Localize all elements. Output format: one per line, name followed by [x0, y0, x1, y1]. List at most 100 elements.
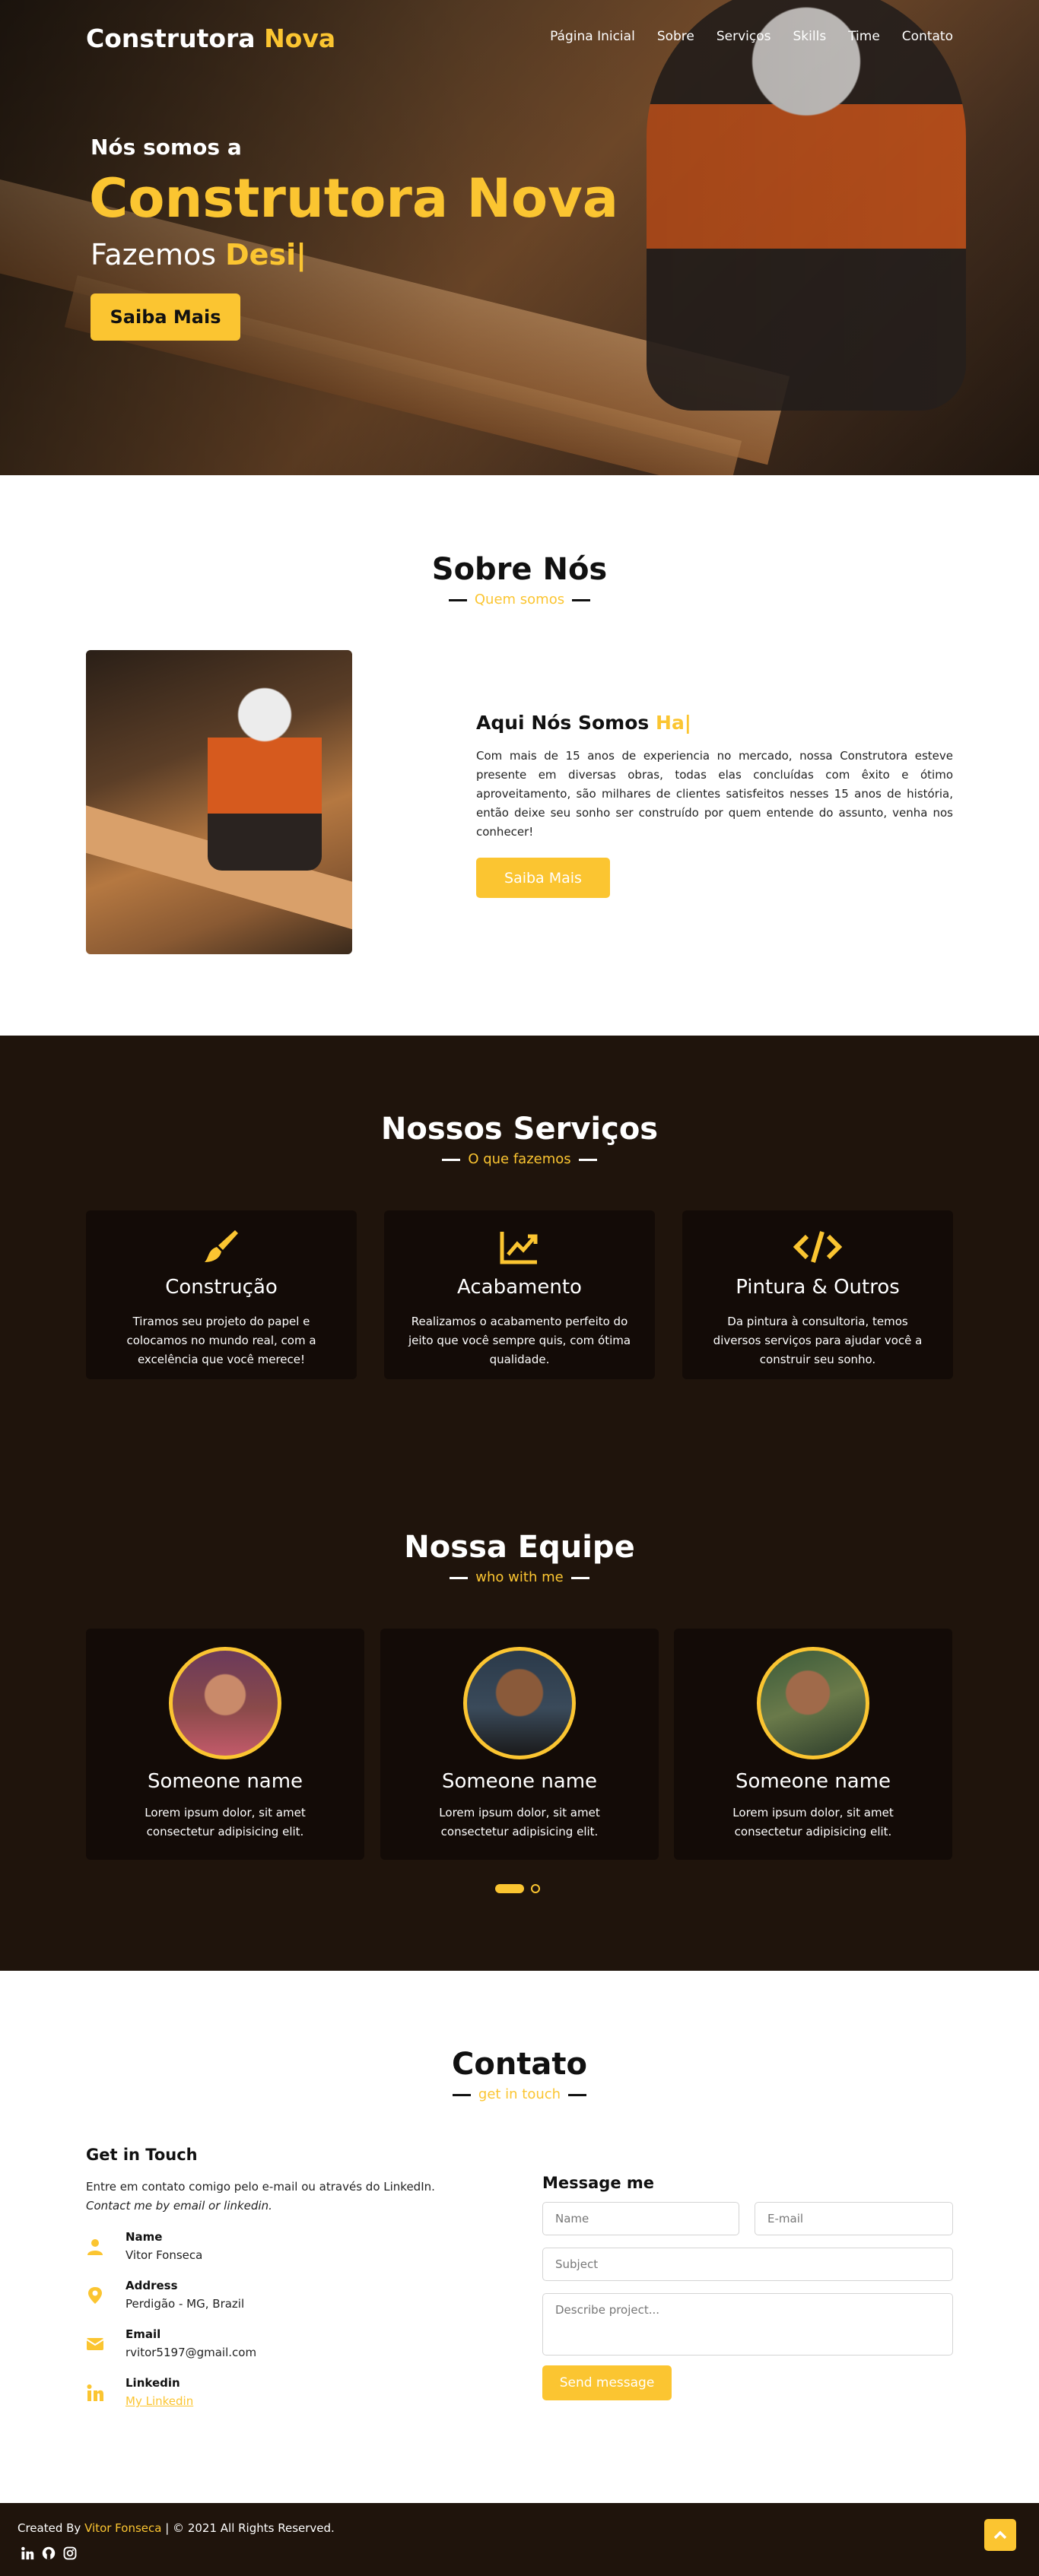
instagram-icon[interactable] [62, 2546, 78, 2561]
contact-intro-text: Entre em contato comigo pelo e-mail ou a… [86, 2180, 435, 2194]
team-subtitle-text: who with me [475, 1569, 564, 1585]
services-team-section: Nossos Serviços O que fazemos Construção… [0, 1036, 1039, 1971]
map-marker-icon [86, 2286, 104, 2305]
user-icon [86, 2238, 104, 2256]
team-member-name: Someone name [441, 1770, 598, 1793]
message-field[interactable] [542, 2293, 953, 2356]
scroll-to-top-button[interactable] [984, 2519, 1016, 2551]
contact-info-label: Email [126, 2327, 161, 2341]
chevron-up-icon [993, 2530, 1007, 2540]
contact-subtitle: get in touch [0, 2086, 1039, 2102]
services-subtitle: O que fazemos [0, 1151, 1039, 1167]
service-text: Da pintura à consultoria, temos diversos… [713, 1315, 923, 1366]
nav-item-pagina-inicial[interactable]: Página Inicial [550, 29, 635, 44]
navbar: Construtora Nova Página Inicial Sobre Se… [0, 0, 1039, 79]
avatar [169, 1647, 281, 1759]
nav-menu: Página Inicial Sobre Serviços Skills Tim… [550, 29, 953, 44]
footer-author-link[interactable]: Vitor Fonseca [84, 2521, 161, 2535]
service-card: Pintura & Outros Da pintura à consultori… [682, 1210, 953, 1379]
subject-field[interactable] [542, 2248, 953, 2281]
get-in-touch-heading: Get in Touch [86, 2146, 198, 2164]
service-card: Construção Tiramos seu projeto do papel … [86, 1210, 357, 1379]
team-member-text: Lorem ipsum dolor, sit amet consectetur … [145, 1806, 306, 1838]
about-image-worker [208, 680, 322, 871]
nav-item-contato[interactable]: Contato [902, 29, 953, 44]
nav-item-skills[interactable]: Skills [793, 29, 827, 44]
contact-info-value: Vitor Fonseca [126, 2248, 203, 2262]
contact-info-value: Perdigão - MG, Brazil [126, 2297, 245, 2311]
services-subtitle-text: O que fazemos [468, 1151, 571, 1167]
github-icon[interactable] [41, 2546, 56, 2561]
linkedin-icon[interactable] [20, 2546, 35, 2561]
service-text: Tiramos seu projeto do papel e colocamos… [126, 1315, 316, 1366]
avatar [757, 1647, 869, 1759]
contact-intro-em: Contact me by email or linkedin. [86, 2199, 272, 2213]
linkedin-icon [86, 2384, 104, 2402]
page: Nós somos a Construtora Nova Fazemos Des… [0, 0, 1039, 2576]
about-image [86, 650, 352, 954]
team-member-text: Lorem ipsum dolor, sit amet consectetur … [732, 1806, 894, 1838]
team-card: Someone name Lorem ipsum dolor, sit amet… [674, 1629, 952, 1860]
contact-info-label: Name [126, 2230, 163, 2244]
paint-brush-icon [86, 1226, 357, 1268]
service-title: Construção [165, 1276, 278, 1299]
contact-intro: Entre em contato comigo pelo e-mail ou a… [86, 2178, 512, 2216]
team-title: Nossa Equipe [404, 1530, 635, 1565]
name-field[interactable] [542, 2202, 739, 2235]
email-field[interactable] [755, 2202, 953, 2235]
hero-title: Construtora Nova [89, 167, 619, 230]
nav-item-servicos[interactable]: Serviços [716, 29, 771, 44]
footer-created-by: Created By [17, 2521, 81, 2535]
code-icon [682, 1226, 953, 1268]
service-text: Realizamos o acabamento perfeito do jeit… [408, 1315, 631, 1366]
contact-subtitle-text: get in touch [478, 2086, 561, 2102]
carousel-dot-active[interactable] [495, 1884, 524, 1893]
envelope-icon [86, 2335, 104, 2353]
contact-info-value: rvitor5197@gmail.com [126, 2346, 257, 2359]
contact-info-address: Address Perdigão - MG, Brazil [86, 2279, 466, 2317]
team-card: Someone name Lorem ipsum dolor, sit amet… [86, 1629, 364, 1860]
team-member-name: Someone name [735, 1770, 891, 1793]
send-message-button[interactable]: Send message [542, 2365, 672, 2400]
contact-title: Contato [451, 2047, 588, 2082]
hero-typed-word: Desi| [225, 238, 307, 271]
hero-typed-text: Fazemos Desi| [91, 238, 307, 271]
contact-info-label: Address [126, 2279, 178, 2292]
brand-main: Construtora [86, 24, 256, 53]
about-paragraph: Com mais de 15 anos de experiencia no me… [476, 749, 953, 839]
about-heading: Aqui Nós Somos Ha| [476, 712, 691, 734]
hero-typed-prefix: Fazemos [91, 238, 217, 271]
linkedin-link[interactable]: My Linkedin [126, 2394, 193, 2408]
nav-item-sobre[interactable]: Sobre [657, 29, 694, 44]
contact-info-name: Name Vitor Fonseca [86, 2230, 466, 2268]
avatar [463, 1647, 576, 1759]
contact-info-email: Email rvitor5197@gmail.com [86, 2327, 466, 2365]
carousel-dot[interactable] [531, 1884, 540, 1893]
contact-info-linkedin: Linkedin My Linkedin [86, 2376, 466, 2414]
footer-social [20, 2546, 78, 2561]
contact-info-label: Linkedin [126, 2376, 180, 2390]
brand-logo[interactable]: Construtora Nova [86, 24, 335, 53]
hero-subtitle: Nós somos a [91, 135, 242, 160]
about-subtitle-text: Quem somos [474, 592, 565, 608]
team-member-text: Lorem ipsum dolor, sit amet consectetur … [439, 1806, 600, 1838]
footer: Created By Vitor Fonseca | © 2021 All Ri… [0, 2503, 1039, 2576]
message-me-heading: Message me [542, 2174, 655, 2192]
about-title: Sobre Nós [431, 552, 608, 587]
team-card: Someone name Lorem ipsum dolor, sit amet… [380, 1629, 659, 1860]
about-saiba-mais-button[interactable]: Saiba Mais [476, 858, 610, 898]
team-subtitle: who with me [0, 1569, 1039, 1585]
nav-item-time[interactable]: Time [848, 29, 880, 44]
footer-copyright: Created By Vitor Fonseca | © 2021 All Ri… [17, 2521, 335, 2535]
service-card: Acabamento Realizamos o acabamento perfe… [384, 1210, 655, 1379]
service-title: Pintura & Outros [736, 1276, 900, 1299]
hero-saiba-mais-button[interactable]: Saiba Mais [91, 293, 240, 341]
footer-rights: | © 2021 All Rights Reserved. [165, 2521, 335, 2535]
services-title: Nossos Serviços [380, 1112, 659, 1147]
team-member-name: Someone name [147, 1770, 303, 1793]
chart-line-icon [384, 1226, 655, 1268]
service-title: Acabamento [457, 1276, 582, 1299]
about-subtitle: Quem somos [0, 592, 1039, 608]
about-heading-text: Aqui Nós Somos [476, 712, 650, 734]
about-heading-accent: Ha| [656, 712, 691, 734]
